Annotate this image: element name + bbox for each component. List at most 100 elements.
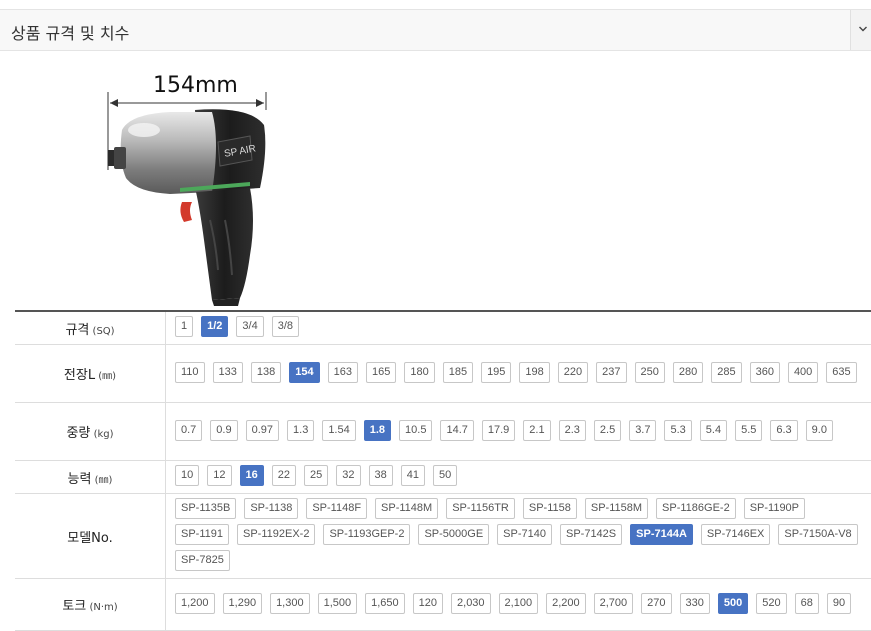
option-chip[interactable]: 138	[251, 362, 281, 383]
option-chip[interactable]: 110	[175, 362, 205, 383]
spec-row-label: 전장L (㎜)	[15, 345, 166, 403]
option-chip[interactable]: 12	[207, 465, 231, 486]
option-chip[interactable]: SP-7142S	[560, 524, 622, 545]
spec-row-label: 중량 (kg)	[15, 403, 166, 461]
option-chip[interactable]: 0.9	[210, 420, 237, 441]
option-chip-selected[interactable]: 500	[718, 593, 748, 614]
option-chip[interactable]: 1,650	[365, 593, 405, 614]
option-chip[interactable]: 1,200	[175, 593, 215, 614]
collapse-toggle-button[interactable]	[850, 10, 871, 50]
option-chip[interactable]: 0.7	[175, 420, 202, 441]
option-chip[interactable]: 1,500	[318, 593, 358, 614]
option-chip[interactable]: 2.3	[559, 420, 586, 441]
spec-section-header[interactable]: 상품 규격 및 치수	[0, 9, 871, 51]
option-chip[interactable]: SP-1156TR	[446, 498, 515, 519]
option-chip-selected[interactable]: SP-7144A	[630, 524, 693, 545]
option-chip[interactable]: 220	[558, 362, 588, 383]
spec-row: 토크 (N·m) 1,200 1,290 1,300 1,500 1,650 120 2,03…	[15, 579, 871, 631]
option-chip[interactable]: SP-1190P	[744, 498, 805, 519]
spec-row: 능력 (㎜)101216222532384150	[15, 461, 871, 494]
option-chip[interactable]: 0.97	[246, 420, 279, 441]
option-chip[interactable]: 90	[827, 593, 851, 614]
spec-options: 0.7 0.9 0.97 1.3 1.54 1.8 10.5 14.7 17.9 2.1 2.3 2.…	[166, 403, 871, 461]
option-chip[interactable]: SP-7140	[497, 524, 552, 545]
option-chip[interactable]: 3/4	[236, 316, 263, 337]
option-chip[interactable]: 360	[750, 362, 780, 383]
option-chip[interactable]: 2.1	[523, 420, 550, 441]
option-chip[interactable]: 25	[304, 465, 328, 486]
option-chip[interactable]: 68	[795, 593, 819, 614]
option-chip[interactable]: SP-1158M	[585, 498, 648, 519]
option-chip[interactable]: SP-7825	[175, 550, 230, 571]
spec-options: 110 133 138 154 163 165 180 185 195 198 220 237 250 2…	[166, 345, 871, 403]
option-chip[interactable]: 165	[366, 362, 396, 383]
option-chip[interactable]: 9.0	[806, 420, 833, 441]
option-chip[interactable]: 10.5	[399, 420, 432, 441]
option-chip[interactable]: SP-1138	[244, 498, 298, 519]
spec-label-text: 규격	[65, 323, 89, 338]
option-chip[interactable]: 198	[519, 362, 549, 383]
option-chip[interactable]: 635	[826, 362, 856, 383]
option-chip[interactable]: 14.7	[440, 420, 473, 441]
option-chip[interactable]: 163	[328, 362, 358, 383]
option-chip[interactable]: 38	[369, 465, 393, 486]
option-chip[interactable]: 50	[433, 465, 457, 486]
option-chip[interactable]: 3.7	[629, 420, 656, 441]
chevron-down-icon	[859, 26, 867, 32]
option-chip-selected[interactable]: 1.8	[364, 420, 391, 441]
option-chip[interactable]: SP-1158	[523, 498, 577, 519]
option-chip[interactable]: 10	[175, 465, 199, 486]
option-chip[interactable]: 185	[443, 362, 473, 383]
option-chip[interactable]: SP-5000GE	[418, 524, 489, 545]
option-chip[interactable]: 285	[711, 362, 741, 383]
option-chip[interactable]: SP-1148F	[306, 498, 367, 519]
option-chip-selected[interactable]: 1/2	[201, 316, 228, 337]
spec-row-label: 규격 (SQ)	[15, 311, 166, 345]
spec-label-text: 능력	[68, 472, 92, 487]
option-chip-selected[interactable]: 154	[289, 362, 319, 383]
option-chip[interactable]: SP-1148M	[375, 498, 438, 519]
option-chip[interactable]: 41	[401, 465, 425, 486]
option-chip[interactable]: 1,290	[223, 593, 263, 614]
option-chip[interactable]: 250	[635, 362, 665, 383]
option-chip[interactable]: 5.5	[735, 420, 762, 441]
option-chip[interactable]: 22	[272, 465, 296, 486]
option-chip[interactable]: SP-1135B	[175, 498, 236, 519]
spec-row-label: 토크 (N·m)	[15, 579, 166, 631]
option-chip[interactable]: 120	[413, 593, 443, 614]
option-chip[interactable]: 1.3	[287, 420, 314, 441]
option-chip[interactable]: 2,100	[499, 593, 539, 614]
option-chip[interactable]: 237	[596, 362, 626, 383]
option-chip[interactable]: 5.3	[664, 420, 691, 441]
option-chip[interactable]: SP-7146EX	[701, 524, 770, 545]
option-chip[interactable]: 17.9	[482, 420, 515, 441]
option-chip[interactable]: 6.3	[770, 420, 797, 441]
option-chip[interactable]: SP-1193GEP-2	[323, 524, 410, 545]
option-chip[interactable]: 270	[641, 593, 671, 614]
option-chip[interactable]: 400	[788, 362, 818, 383]
option-chip[interactable]: 330	[680, 593, 710, 614]
spec-options: SP-1135B SP-1138 SP-1148F SP-1148M SP-1156TR…	[166, 494, 871, 579]
option-chip[interactable]: 133	[213, 362, 243, 383]
option-chip[interactable]: 180	[404, 362, 434, 383]
option-chip[interactable]: SP-1186GE-2	[656, 498, 736, 519]
option-chip[interactable]: SP-1191	[175, 524, 229, 545]
option-chip[interactable]: 2,700	[594, 593, 634, 614]
product-image: SP AIR	[100, 70, 280, 310]
option-chip[interactable]: 32	[336, 465, 360, 486]
option-chip[interactable]: 1.54	[322, 420, 355, 441]
option-chip[interactable]: 2,200	[546, 593, 586, 614]
option-chip[interactable]: SP-7150A-V8	[778, 524, 857, 545]
option-chip[interactable]: 2.5	[594, 420, 621, 441]
option-chip-selected[interactable]: 16	[240, 465, 264, 486]
option-chip[interactable]: 1,300	[270, 593, 310, 614]
option-chip[interactable]: 2,030	[451, 593, 491, 614]
option-chip[interactable]: SP-1192EX-2	[237, 524, 315, 545]
option-chip[interactable]: 280	[673, 362, 703, 383]
spec-unit-text: (kg)	[90, 429, 113, 440]
option-chip[interactable]: 195	[481, 362, 511, 383]
option-chip[interactable]: 3/8	[272, 316, 299, 337]
option-chip[interactable]: 1	[175, 316, 193, 337]
option-chip[interactable]: 520	[756, 593, 786, 614]
option-chip[interactable]: 5.4	[700, 420, 727, 441]
